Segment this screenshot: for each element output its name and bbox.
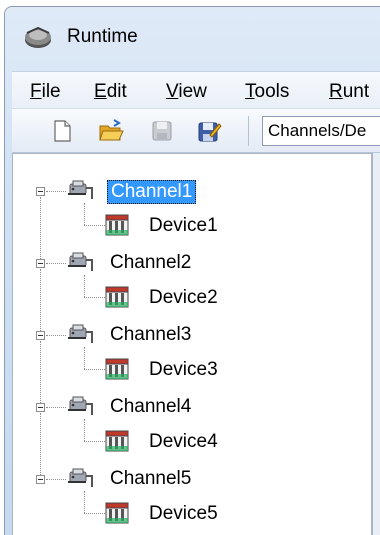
- tree-connector: [84, 275, 85, 297]
- tree-connector: [84, 203, 85, 225]
- collapse-toggle-icon[interactable]: [36, 403, 45, 412]
- new-icon[interactable]: [49, 118, 75, 144]
- tree-connector: [40, 341, 41, 403]
- device-icon: [105, 358, 129, 380]
- menu-tools-mnemonic: T: [245, 81, 255, 102]
- collapse-toggle-icon[interactable]: [36, 331, 45, 340]
- channel-node-label[interactable]: Channel1: [107, 180, 197, 204]
- collapse-toggle-icon[interactable]: [36, 187, 45, 196]
- channel-icon: [66, 395, 94, 419]
- right-pane-edge: [372, 153, 380, 535]
- toolbar: Channels/De: [12, 108, 380, 153]
- menu-edit-label: dit: [106, 81, 127, 102]
- tree-connector: [40, 413, 41, 475]
- window-title: Runtime: [67, 26, 138, 47]
- collapse-toggle-icon[interactable]: [36, 475, 45, 484]
- address-field[interactable]: Channels/De: [262, 116, 380, 146]
- tree-connector: [46, 479, 66, 480]
- device-node-label[interactable]: Device4: [149, 431, 218, 453]
- menu-view[interactable]: View: [166, 81, 207, 103]
- menu-edit-mnemonic: E: [94, 81, 107, 102]
- channel-node-label[interactable]: Channel2: [110, 252, 191, 274]
- menu-tools[interactable]: Tools: [245, 81, 289, 103]
- tree-connector: [84, 297, 105, 298]
- tree-connector: [46, 335, 66, 336]
- device-icon: [105, 502, 129, 524]
- tree-connector: [84, 441, 105, 442]
- tree-connector: [84, 419, 85, 441]
- channel-icon: [66, 179, 94, 203]
- device-node-label[interactable]: Device2: [149, 287, 218, 309]
- device-node-label[interactable]: Device3: [149, 359, 218, 381]
- tree-connector: [84, 225, 105, 226]
- tree-connector: [84, 513, 105, 514]
- tree-connector: [84, 347, 85, 369]
- tree-connector: [46, 191, 66, 192]
- tree-connector: [46, 407, 66, 408]
- tree-connector: [84, 369, 105, 370]
- device-node-label[interactable]: Device5: [149, 503, 218, 525]
- menu-runtime-mnemonic: R: [329, 81, 343, 102]
- device-icon: [105, 214, 129, 236]
- menu-file-label: ile: [41, 81, 61, 102]
- menu-file-mnemonic: F: [30, 81, 42, 102]
- menu-file[interactable]: File: [30, 81, 61, 103]
- device-icon: [105, 286, 129, 308]
- runtime-window: Runtime File Edit View Tools Runt Channe…: [4, 6, 380, 535]
- menu-view-mnemonic: V: [166, 81, 179, 102]
- tree-connector: [40, 269, 41, 331]
- channel-node-label[interactable]: Channel3: [110, 324, 191, 346]
- runtime-app-icon: [25, 27, 51, 48]
- open-folder-icon[interactable]: [98, 118, 124, 144]
- save-icon[interactable]: [149, 118, 175, 144]
- device-icon: [105, 430, 129, 452]
- title-bar[interactable]: Runtime: [5, 7, 380, 63]
- collapse-toggle-icon[interactable]: [36, 259, 45, 268]
- channel-node-label[interactable]: Channel4: [110, 396, 191, 418]
- tree-connector: [46, 263, 66, 264]
- menu-tools-label: ools: [254, 81, 290, 102]
- channel-icon: [66, 323, 94, 347]
- menu-bar: File Edit View Tools Runt: [12, 71, 380, 109]
- save-as-icon[interactable]: [196, 118, 222, 144]
- menu-runtime-label: unt: [342, 81, 370, 102]
- tree-connector: [84, 491, 85, 513]
- channel-node-label[interactable]: Channel5: [110, 468, 191, 490]
- toolbar-separator: [248, 116, 249, 146]
- channel-icon: [66, 467, 94, 491]
- menu-view-label: iew: [178, 81, 207, 102]
- channel-tree[interactable]: Channel1 Device1 Channel2 Device2 Channe…: [12, 153, 372, 535]
- channel-icon: [66, 251, 94, 275]
- menu-runtime[interactable]: Runt: [329, 81, 369, 103]
- tree-connector: [40, 197, 41, 259]
- device-node-label[interactable]: Device1: [149, 215, 218, 237]
- menu-edit[interactable]: Edit: [94, 81, 127, 103]
